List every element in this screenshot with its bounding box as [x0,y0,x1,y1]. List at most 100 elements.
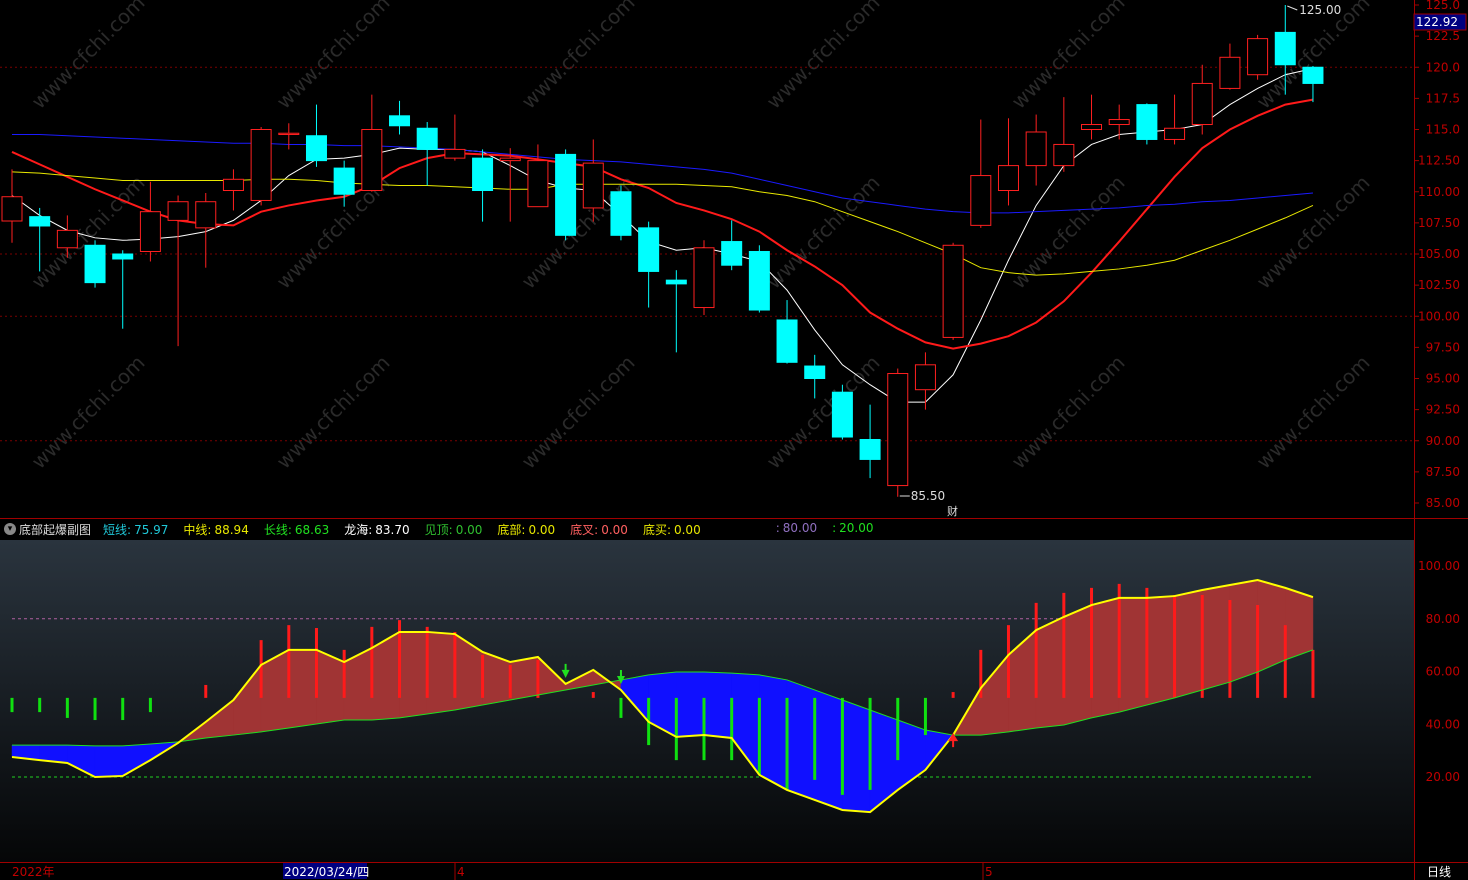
band-fill [676,671,705,738]
candle[interactable] [997,118,1019,206]
candle-body [1302,66,1324,84]
watermark-text: www.cfchi.com [272,0,395,114]
candle[interactable] [499,148,521,222]
indicator-number: 20.00 [839,520,874,535]
candle-body [776,319,798,363]
candle[interactable] [527,144,549,208]
high-price-label: 125.00 [1299,3,1341,17]
indicator-tick-label: 20.00 [1426,770,1460,784]
candle[interactable] [389,100,411,135]
candle[interactable] [555,149,577,241]
candle[interactable] [1302,66,1324,103]
candle[interactable] [942,242,964,340]
candle[interactable] [1,169,23,243]
candle[interactable] [1025,114,1047,186]
candle-body [665,279,687,285]
ma-line-ma60 [12,133,1314,214]
indicator-number: 80.00 [782,520,818,535]
candle-body [29,216,51,227]
indicator-title[interactable]: 底部起爆副图 [19,521,91,538]
indicator-number: 0.00 [601,522,628,537]
indicator-tick-label: 100.00 [1418,559,1460,573]
price-tick-label: 122.5 [1426,29,1460,43]
band-fill [814,689,843,811]
candle[interactable] [914,352,936,410]
candle-body [222,178,244,192]
watermark-text: www.cfchi.com [1252,351,1375,474]
indicator-value-8: :80.00 [776,521,820,538]
watermark-text: www.cfchi.com [1007,171,1130,294]
indicator-number: 0.00 [528,522,556,537]
candle[interactable] [250,127,272,206]
low-price-label: 85.50 [911,489,945,503]
candle-body [748,251,770,311]
candle-body [942,244,964,338]
indicator-number: 68.63 [294,522,330,537]
candle[interactable] [1053,97,1075,172]
candle[interactable] [693,240,715,316]
candle[interactable] [887,368,909,497]
candle[interactable] [831,384,853,440]
candlesticks [1,5,1324,497]
candle-body [721,241,743,266]
indicator-number: 83.70 [375,522,410,537]
chart-canvas[interactable]: www.cfchi.com www.cfchi.com www.cfchi.com w… [0,0,1468,880]
band-fill [1174,589,1203,699]
indicator-tick-label: 60.00 [1426,665,1460,679]
candle[interactable] [84,240,106,288]
candle-body [333,167,355,195]
candle-body [555,153,577,236]
candle[interactable] [222,169,244,211]
financial-event-marker[interactable]: 财 [947,504,958,518]
candle[interactable] [278,123,300,150]
candle[interactable] [804,354,826,399]
candle[interactable] [721,220,743,271]
candle[interactable] [139,181,161,262]
time-label-year: 2022年 [12,865,55,879]
candle-body [56,229,78,249]
period-button[interactable]: 日线 [1427,865,1451,879]
candle[interactable] [665,270,687,353]
candle[interactable] [748,245,770,313]
candle[interactable] [112,250,134,329]
price-tick-label: 95.00 [1426,372,1460,386]
candle[interactable] [167,195,189,347]
candle-body [305,135,327,162]
indicator-number: 0.00 [673,522,701,537]
candle[interactable] [416,122,438,186]
candle[interactable] [361,94,383,192]
candle[interactable] [610,185,632,241]
candle[interactable] [1164,94,1186,145]
band-fill [399,631,428,719]
candle[interactable] [195,192,217,268]
band-fill [786,679,815,801]
indicator-number: 0.00 [455,522,483,537]
candle[interactable] [1191,64,1213,135]
candle[interactable] [444,114,466,161]
indicator-value-0: 短线: 75.97 [103,521,171,538]
watermark-text: www.cfchi.com [762,0,885,114]
time-label-month: 5 [985,865,993,879]
candle-body [139,211,161,253]
candle-body [1219,56,1241,89]
candle[interactable] [970,119,992,228]
candle-body [527,160,549,208]
candle[interactable] [1219,43,1241,90]
indicator-value-6: 底叉: 0.00 [570,521,631,538]
candle[interactable] [1081,94,1103,140]
candle[interactable] [638,221,660,308]
candle[interactable] [1136,103,1158,145]
candle[interactable] [472,149,494,222]
watermark-text: www.cfchi.com [517,351,640,474]
candle[interactable] [776,300,798,364]
candle[interactable] [859,404,881,479]
candle[interactable] [305,104,327,167]
band-fill [1257,579,1286,673]
collapse-icon[interactable]: ▾ [4,523,16,535]
ma-line-ma5 [11,68,1314,403]
price-tick-label: 90.00 [1426,434,1460,448]
candle[interactable] [1247,34,1269,80]
candle-body [1025,131,1047,167]
candle-body [914,364,936,391]
band-fill [1118,597,1148,713]
